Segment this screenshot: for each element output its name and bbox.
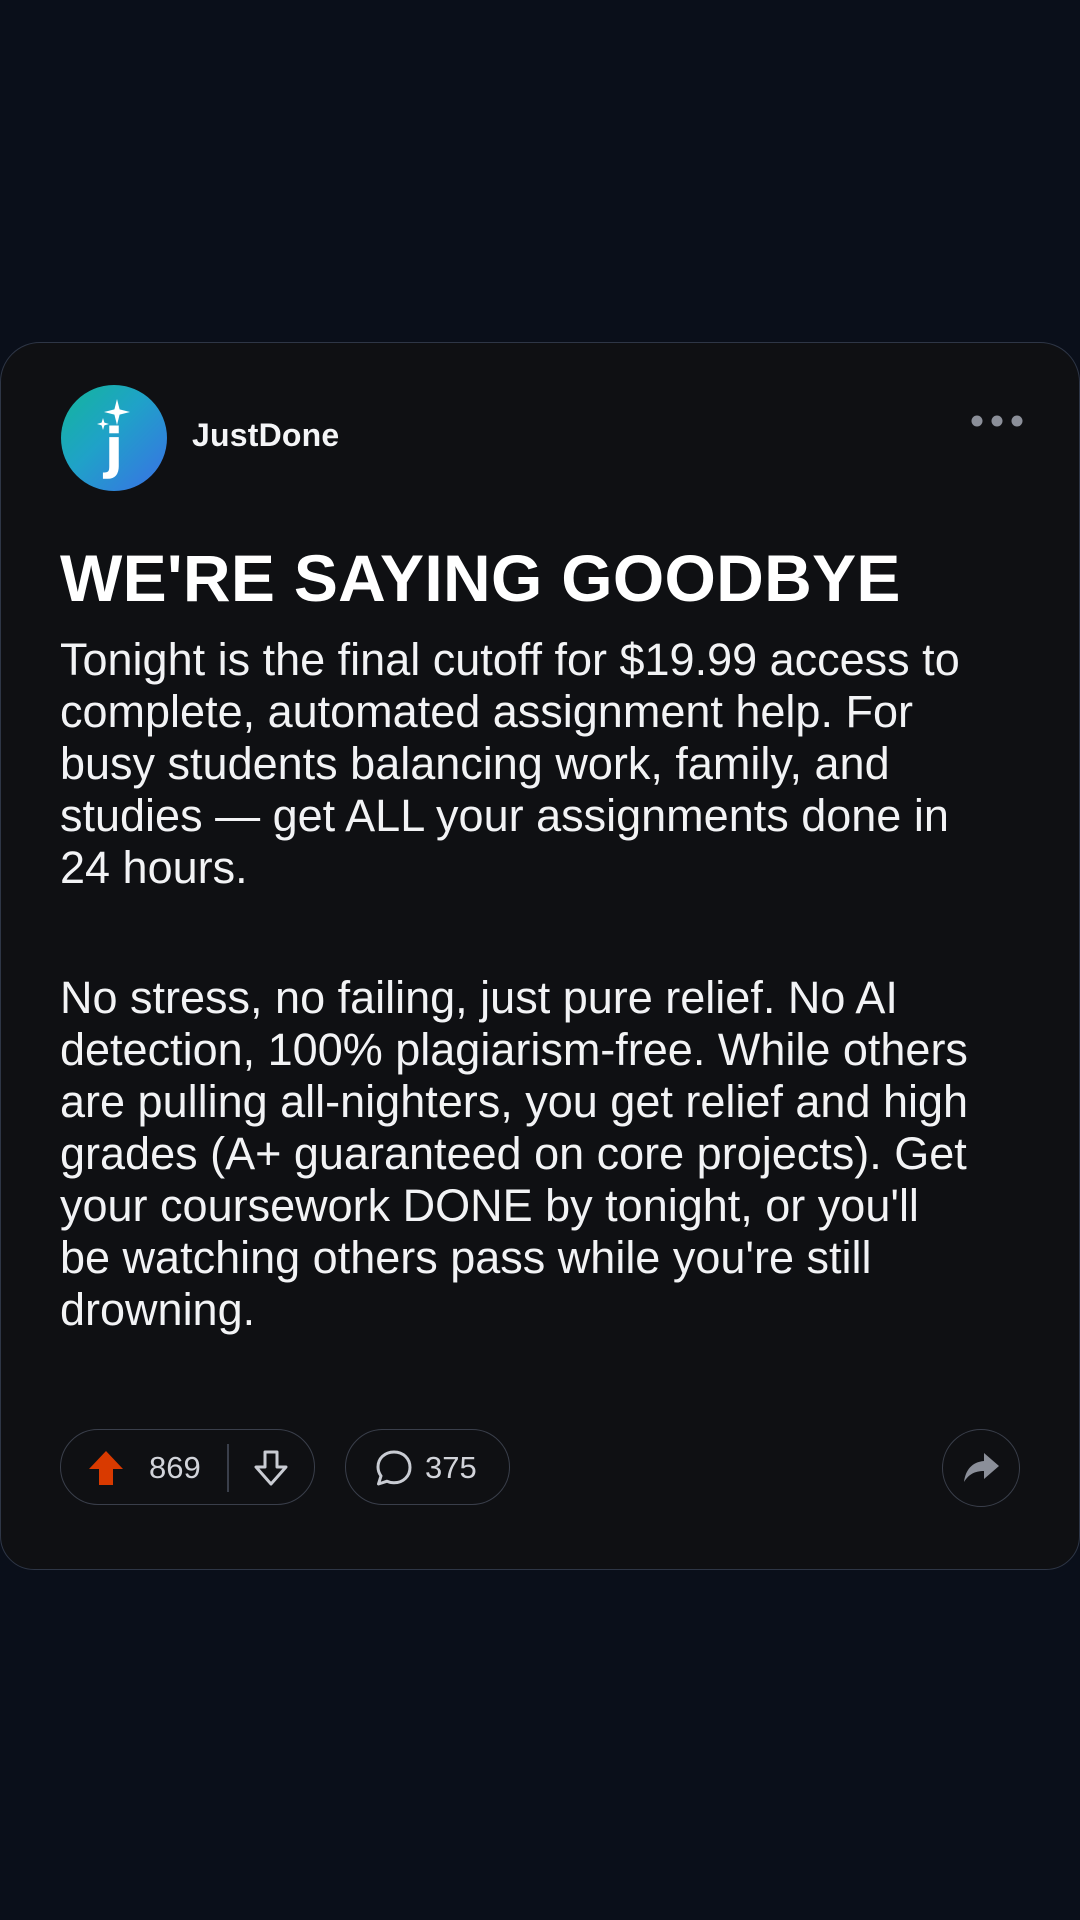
author-name[interactable]: JustDone [192, 417, 339, 454]
avatar-logo: j [97, 399, 130, 480]
share-button[interactable] [942, 1429, 1020, 1507]
upvote-arrow-icon[interactable] [86, 1448, 126, 1488]
avatar-letter: j [103, 417, 124, 480]
comments-button[interactable]: 375 [345, 1429, 510, 1505]
post-card: j JustDone [0, 342, 1080, 1570]
downvote-arrow-icon[interactable] [251, 1448, 291, 1488]
comment-count: 375 [425, 1450, 477, 1485]
brand-avatar[interactable]: j [61, 385, 167, 491]
comment-bubble-icon [376, 1450, 412, 1486]
post-body-paragraph-1: Tonight is the final cutoff for $19.99 a… [60, 634, 960, 893]
vote-controls: 869 [60, 1429, 315, 1505]
post-body-paragraph-2: No stress, no failing, just pure relief.… [60, 972, 969, 1335]
post-headline: WE'RE SAYING GOODBYE [60, 541, 901, 615]
more-horizontal-icon [971, 415, 1023, 427]
more-options-button[interactable] [967, 399, 1027, 443]
upvote-count: 869 [149, 1450, 201, 1485]
vote-divider [227, 1444, 229, 1492]
share-arrow-icon [964, 1453, 999, 1482]
